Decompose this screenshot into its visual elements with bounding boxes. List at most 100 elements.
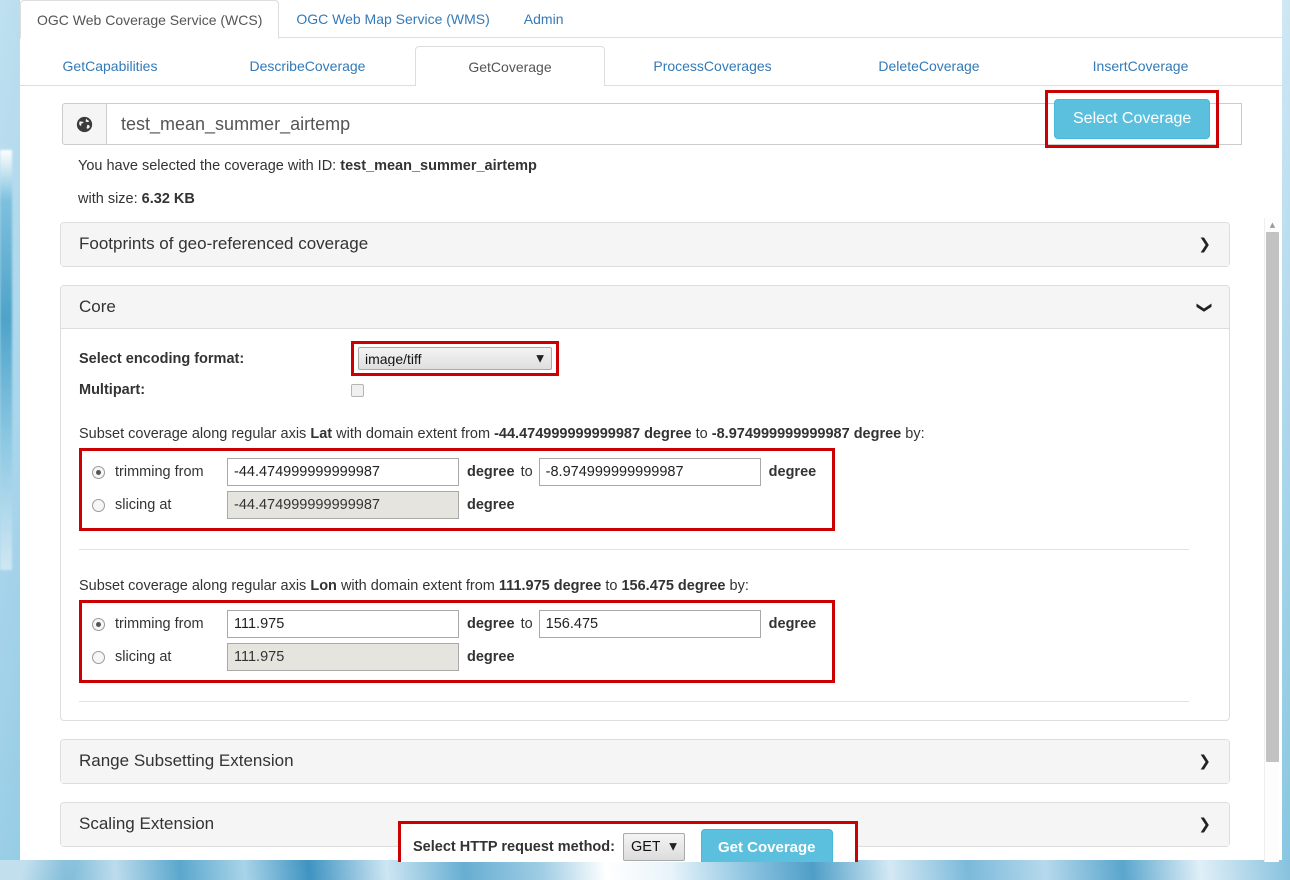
select-coverage-button[interactable]: Select Coverage xyxy=(1054,99,1210,139)
subset-lon-axis: Lon xyxy=(310,578,337,594)
accordion-panels: Footprints of geo-referenced coverage ❯ … xyxy=(60,222,1230,862)
multipart-label: Multipart: xyxy=(79,382,351,398)
selected-coverage-id: test_mean_summer_airtemp xyxy=(340,158,537,174)
encoding-format-label: Select encoding format: xyxy=(79,351,351,367)
panel-header-core[interactable]: Core ❯ xyxy=(61,286,1229,329)
get-coverage-button[interactable]: Get Coverage xyxy=(701,829,833,863)
globe-icon-svg xyxy=(76,116,93,133)
multipart-checkbox[interactable] xyxy=(351,384,364,397)
tab-deletecoverage[interactable]: DeleteCoverage xyxy=(820,45,1038,86)
tab-link-describecoverage[interactable]: DescribeCoverage xyxy=(200,45,415,86)
subset-lon-max: 156.475 degree xyxy=(621,578,725,594)
http-method-select[interactable]: GET xyxy=(623,833,685,861)
tab-insertcoverage[interactable]: InsertCoverage xyxy=(1038,45,1243,86)
subset-lon-slice-row: slicing at degree xyxy=(92,642,822,672)
panel-body-core: Select encoding format: image/tiff ▼ Mul… xyxy=(61,329,1229,720)
panel-header-footprints[interactable]: Footprints of geo-referenced coverage ❯ xyxy=(61,223,1229,266)
subset-lat-to-word: to xyxy=(521,464,533,480)
subset-sentence-lon: Subset coverage along regular axis Lon w… xyxy=(79,578,1211,594)
subset-lat-axis: Lat xyxy=(310,426,332,442)
tab-getcapabilities[interactable]: GetCapabilities xyxy=(20,45,200,86)
nav-link-wcs[interactable]: OGC Web Coverage Service (WCS) xyxy=(20,0,279,39)
subset-lat-trim-from-input[interactable] xyxy=(227,458,459,486)
subset-lon-trim-row: trimming from degree to degree xyxy=(92,609,822,639)
subset-lat-slice-input[interactable] xyxy=(227,491,459,519)
chevron-right-icon[interactable]: ❯ xyxy=(1198,817,1211,832)
background-photo-footer xyxy=(0,860,1290,880)
subset-lon-trim-label: trimming from xyxy=(115,616,227,632)
panel-title-range-subsetting: Range Subsetting Extension xyxy=(79,751,294,771)
subset-lat-slice-radio[interactable] xyxy=(92,499,105,512)
tab-link-insertcoverage[interactable]: InsertCoverage xyxy=(1038,45,1243,86)
tab-link-getcapabilities[interactable]: GetCapabilities xyxy=(20,45,200,86)
http-method-label-text: Select HTTP request method xyxy=(413,839,610,855)
subset-lon-slice-input[interactable] xyxy=(227,643,459,671)
tab-describecoverage[interactable]: DescribeCoverage xyxy=(200,45,415,86)
subset-lon-degree-2: degree xyxy=(769,616,817,632)
subset-lat-max: -8.974999999999987 degree xyxy=(712,426,901,442)
subset-lat-mid: with domain extent from xyxy=(332,426,494,442)
coverage-size-prefix: with size: xyxy=(78,191,142,207)
http-method-label: Select HTTP request method: xyxy=(413,839,615,855)
subset-lat-degree-3: degree xyxy=(467,497,515,513)
subset-lon-to-word: to xyxy=(521,616,533,632)
nav-item-admin[interactable]: Admin xyxy=(507,0,581,38)
scrollbar-up-arrow[interactable]: ▲ xyxy=(1265,218,1280,232)
panel-title-core: Core xyxy=(79,297,116,317)
subset-lon-trim-from-input[interactable] xyxy=(227,610,459,638)
subset-box-lat: trimming from degree to degree slicing a… xyxy=(79,448,835,531)
coverage-size-info: with size: 6.32 KB xyxy=(78,191,195,207)
subset-lat-slice-label: slicing at xyxy=(115,497,227,513)
subset-section-lon: Subset coverage along regular axis Lon w… xyxy=(79,578,1211,702)
tab-link-deletecoverage[interactable]: DeleteCoverage xyxy=(820,45,1038,86)
subset-lon-mid: with domain extent from xyxy=(337,578,499,594)
select-coverage-highlight: Select Coverage xyxy=(1045,90,1219,148)
subset-lat-degree-1: degree xyxy=(467,464,515,480)
tab-getcoverage[interactable]: GetCoverage xyxy=(415,46,605,86)
subset-lat-trim-radio[interactable] xyxy=(92,466,105,479)
subset-lat-trim-to-input[interactable] xyxy=(539,458,761,486)
coverage-size-value: 6.32 KB xyxy=(142,191,195,207)
secondary-nav: GetCapabilities DescribeCoverage GetCove… xyxy=(20,44,1282,86)
vertical-scrollbar[interactable]: ▲ ▼ xyxy=(1264,218,1279,862)
panel-title-footprints: Footprints of geo-referenced coverage xyxy=(79,234,368,254)
selected-coverage-info: You have selected the coverage with ID: … xyxy=(78,158,537,174)
page-canvas: OGC Web Coverage Service (WCS) OGC Web M… xyxy=(20,0,1282,862)
nav-item-wms[interactable]: OGC Web Map Service (WMS) xyxy=(279,0,506,38)
subset-lat-trim-label: trimming from xyxy=(115,464,227,480)
selected-coverage-prefix: You have selected the coverage with ID: xyxy=(78,158,340,174)
chevron-down-icon[interactable]: ❯ xyxy=(1197,301,1212,314)
subset-lat-toword: to xyxy=(692,426,712,442)
tab-link-processcoverages[interactable]: ProcessCoverages xyxy=(605,45,820,86)
panel-header-range-subsetting[interactable]: Range Subsetting Extension ❯ xyxy=(61,740,1229,783)
subset-lon-degree-1: degree xyxy=(467,616,515,632)
subset-lon-trim-radio[interactable] xyxy=(92,618,105,631)
subset-lat-trim-row: trimming from degree to degree xyxy=(92,457,822,487)
multipart-row: Multipart: xyxy=(79,382,1211,398)
background-photo-left-strip xyxy=(0,150,12,570)
subset-sentence-lat: Subset coverage along regular axis Lat w… xyxy=(79,426,1211,442)
subset-lat-min: -44.474999999999987 degree xyxy=(494,426,692,442)
encoding-format-row: Select encoding format: image/tiff ▼ xyxy=(79,341,1211,376)
globe-icon xyxy=(62,103,107,145)
panel-range-subsetting: Range Subsetting Extension ❯ xyxy=(60,739,1230,784)
encoding-format-select[interactable]: image/tiff xyxy=(358,347,552,370)
http-method-select-wrap: GET ▼ xyxy=(623,833,685,861)
request-action-bar: Select HTTP request method: GET ▼ Get Co… xyxy=(398,821,858,862)
encoding-format-highlight: image/tiff ▼ xyxy=(351,341,559,376)
chevron-right-icon[interactable]: ❯ xyxy=(1198,237,1211,252)
nav-link-admin[interactable]: Admin xyxy=(507,0,581,38)
scrollbar-thumb[interactable] xyxy=(1266,232,1279,762)
divider-lon xyxy=(79,701,1189,702)
nav-item-wcs[interactable]: OGC Web Coverage Service (WCS) xyxy=(20,0,279,38)
subset-lat-pre: Subset coverage along regular axis xyxy=(79,426,310,442)
subset-lon-slice-radio[interactable] xyxy=(92,651,105,664)
subset-lon-trim-to-input[interactable] xyxy=(539,610,761,638)
panel-footprints: Footprints of geo-referenced coverage ❯ xyxy=(60,222,1230,267)
chevron-right-icon[interactable]: ❯ xyxy=(1198,754,1211,769)
subset-lon-post: by: xyxy=(725,578,748,594)
http-method-label-colon: : xyxy=(610,839,615,855)
tab-processcoverages[interactable]: ProcessCoverages xyxy=(605,45,820,86)
nav-link-wms[interactable]: OGC Web Map Service (WMS) xyxy=(279,0,506,38)
tab-link-getcoverage[interactable]: GetCoverage xyxy=(415,46,605,87)
